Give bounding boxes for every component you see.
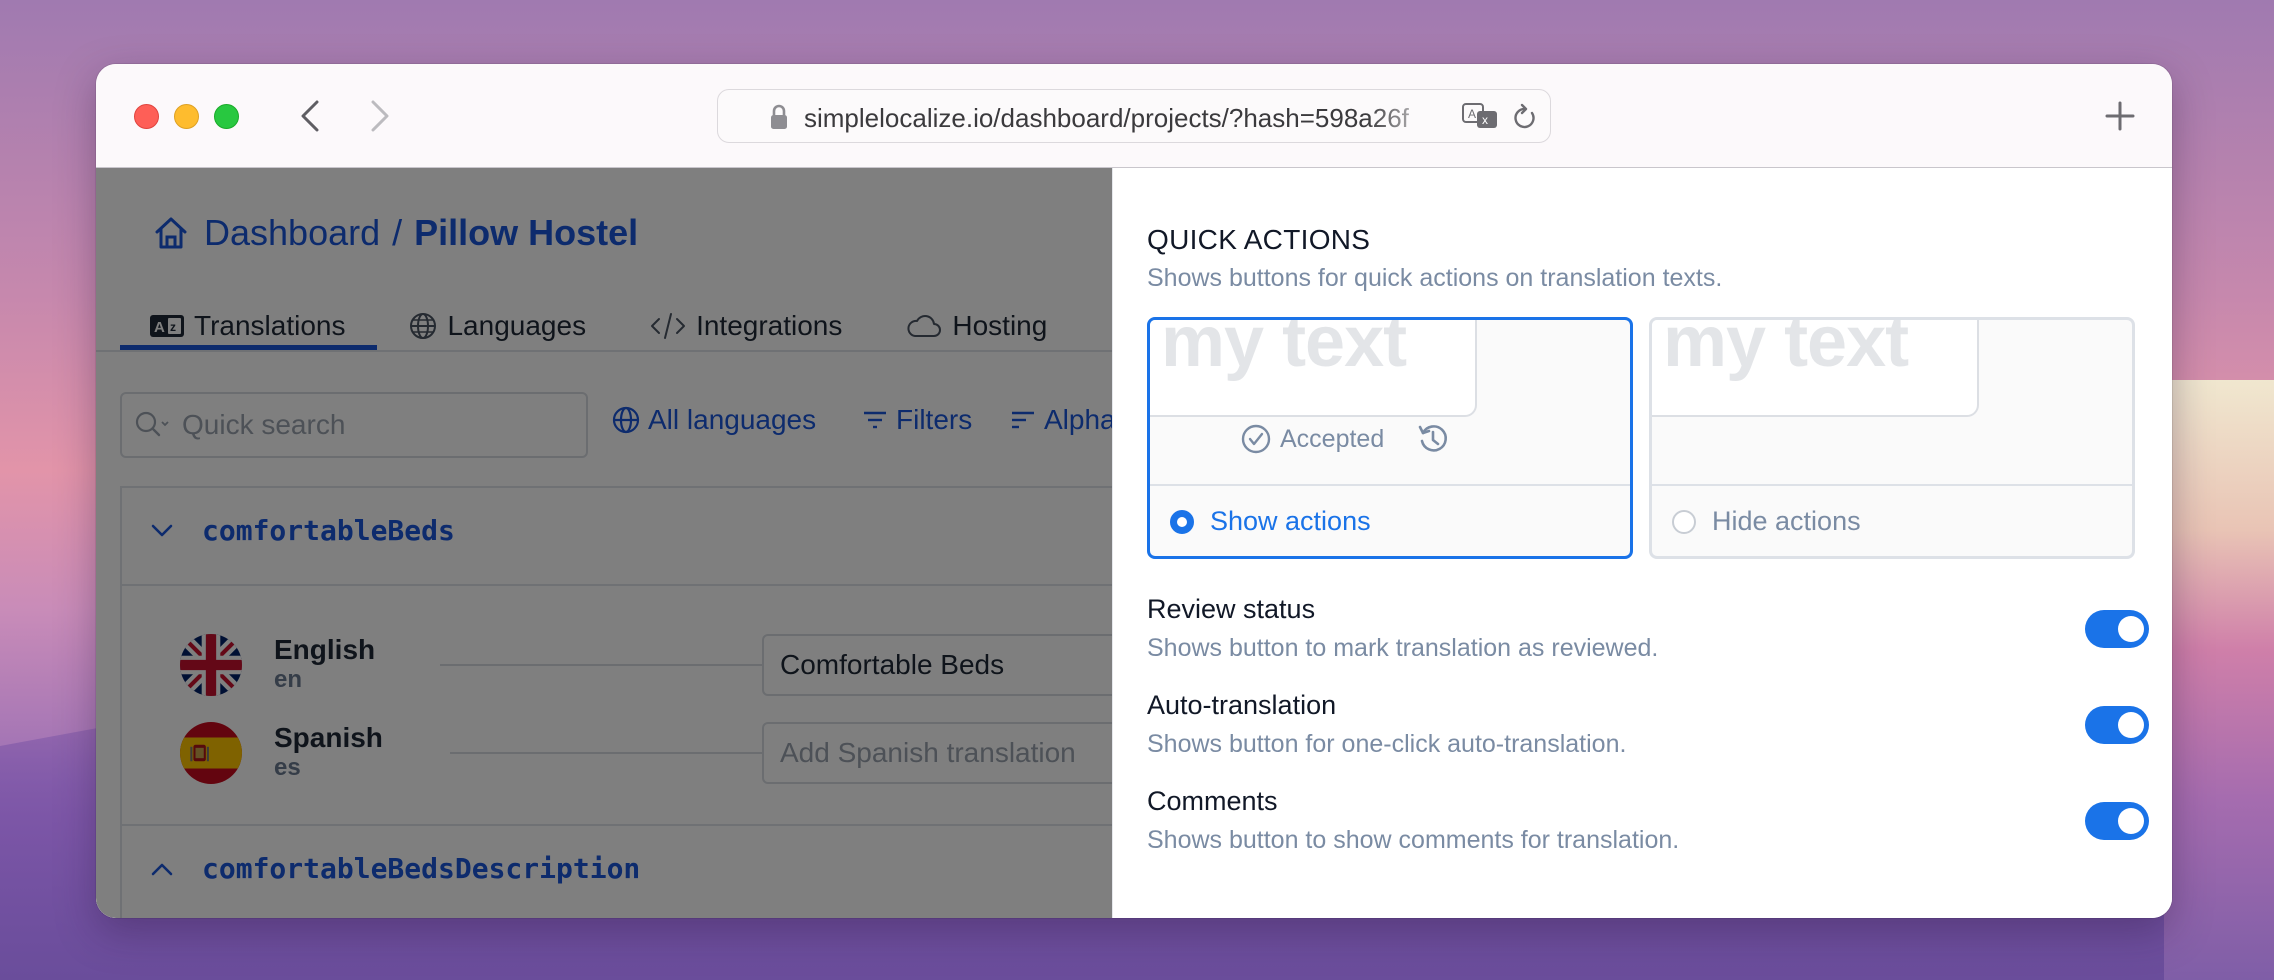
plus-icon	[2105, 101, 2135, 131]
check-circle-icon	[1241, 424, 1271, 454]
auto-translation-toggle[interactable]	[2085, 706, 2149, 744]
review-status-toggle[interactable]	[2085, 610, 2149, 648]
desktop-wallpaper-right	[2164, 380, 2274, 980]
lock-icon	[771, 104, 787, 129]
setting-title: Auto-translation	[1147, 690, 1337, 720]
preview-text: my text	[1161, 317, 1407, 382]
setting-comments: Comments Shows button to show comments f…	[1147, 786, 2149, 876]
radio-label: Hide actions	[1712, 506, 1861, 536]
setting-review-status: Review status Shows button to mark trans…	[1147, 594, 2149, 684]
hide-actions-option[interactable]: my text Hide actions	[1649, 317, 2135, 559]
chevron-right-icon	[371, 100, 389, 132]
setting-title: Review status	[1147, 594, 1316, 624]
setting-auto-translation: Auto-translation Shows button for one-cl…	[1147, 690, 2149, 780]
panel-title: QUICK ACTIONS	[1147, 224, 1371, 255]
browser-window: simplelocalize.io/dashboard/projects/?ha…	[96, 64, 2172, 918]
svg-text:A: A	[1468, 107, 1476, 121]
show-actions-radio[interactable]: Show actions	[1170, 506, 1371, 537]
accepted-label: Accepted	[1280, 424, 1385, 453]
browser-titlebar: simplelocalize.io/dashboard/projects/?ha…	[96, 64, 2172, 168]
toggle-knob	[2118, 616, 2144, 642]
preview-box: my text	[1150, 317, 1477, 417]
close-window-button[interactable]	[134, 104, 159, 129]
translate-page-icon[interactable]: Ax	[1461, 102, 1501, 132]
card-divider	[1150, 484, 1630, 486]
chevron-left-icon	[301, 100, 319, 132]
history-icon	[1416, 422, 1450, 456]
hide-actions-radio[interactable]: Hide actions	[1672, 506, 1861, 537]
url-text[interactable]: simplelocalize.io/dashboard/projects/?ha…	[804, 103, 1444, 134]
svg-text:x: x	[1482, 113, 1488, 127]
reload-icon[interactable]	[1512, 103, 1538, 133]
setting-title: Comments	[1147, 786, 1278, 816]
panel-description: Shows buttons for quick actions on trans…	[1147, 264, 1723, 292]
translations-editor: Dashboard / Pillow Hostel Az Translation…	[96, 168, 1112, 918]
show-actions-option[interactable]: my text Accepted Show actions	[1147, 317, 1633, 559]
preview-text: my text	[1663, 317, 1909, 382]
setting-description: Shows button to mark translation as revi…	[1147, 634, 1659, 662]
radio-selected[interactable]	[1170, 509, 1194, 534]
new-tab-button[interactable]	[2100, 96, 2140, 136]
minimize-window-button[interactable]	[174, 104, 199, 129]
toggle-knob	[2118, 712, 2144, 738]
radio-label: Show actions	[1210, 506, 1371, 536]
settings-panel: QUICK ACTIONS Shows buttons for quick ac…	[1112, 168, 2172, 918]
card-divider	[1652, 484, 2132, 486]
actions-demo: Accepted	[1240, 422, 1450, 456]
radio-unselected[interactable]	[1672, 509, 1696, 534]
fullscreen-window-button[interactable]	[214, 104, 239, 129]
forward-button[interactable]	[362, 98, 398, 134]
modal-backdrop[interactable]	[96, 168, 1112, 918]
toggle-knob	[2118, 808, 2144, 834]
setting-description: Shows button to show comments for transl…	[1147, 826, 1680, 854]
page-content: Dashboard / Pillow Hostel Az Translation…	[96, 168, 2172, 918]
comments-toggle[interactable]	[2085, 802, 2149, 840]
address-bar[interactable]: simplelocalize.io/dashboard/projects/?ha…	[717, 89, 1551, 143]
setting-description: Shows button for one-click auto-translat…	[1147, 730, 1627, 758]
back-button[interactable]	[292, 98, 328, 134]
preview-box: my text	[1652, 317, 1979, 417]
